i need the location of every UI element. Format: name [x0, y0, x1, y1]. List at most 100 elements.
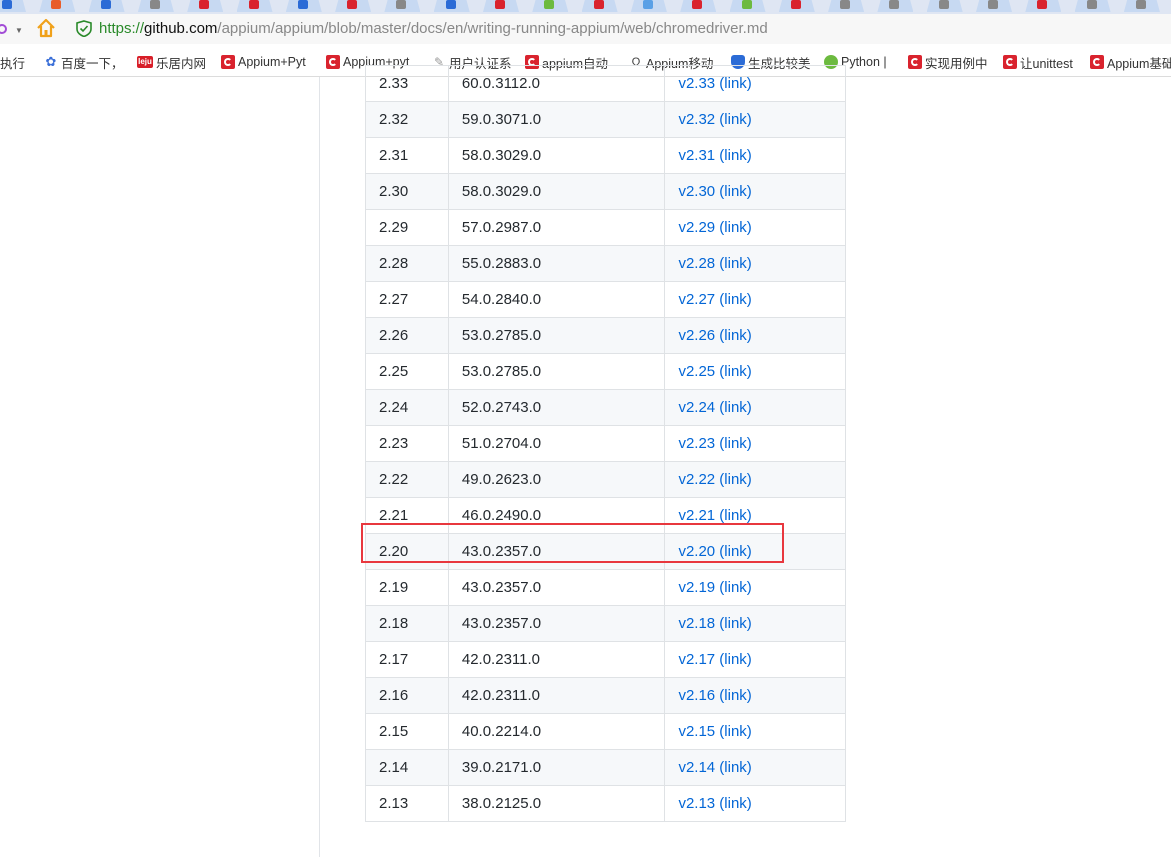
home-icon[interactable]	[35, 17, 57, 39]
secure-shield-icon[interactable]	[76, 20, 92, 37]
download-link[interactable]: v2.31 (link)	[678, 147, 751, 164]
bookmark-item[interactable]: 执行	[0, 53, 25, 71]
download-link-cell: v2.20 (link)	[664, 533, 846, 570]
tab-favicon-icon	[100, 0, 111, 9]
tab-favicon-icon	[1037, 0, 1048, 9]
download-link[interactable]: v2.25 (link)	[678, 363, 751, 380]
chevron-down-icon[interactable]: ▼	[15, 26, 23, 35]
download-link-cell: v2.27 (link)	[664, 281, 846, 318]
chromedriver-version-cell: 2.21	[365, 497, 449, 534]
browser-tab[interactable]	[0, 0, 26, 12]
leju-icon: leju	[137, 56, 153, 68]
download-link[interactable]: v2.20 (link)	[678, 543, 751, 560]
chrome-version-cell: 55.0.2883.0	[447, 245, 666, 282]
tab-favicon-icon	[593, 0, 604, 9]
bookmark-label: 让unittest	[1020, 56, 1073, 71]
chrome-version-cell: 59.0.3071.0	[447, 101, 666, 138]
bookmark-item[interactable]: ✿ 百度一下，	[44, 53, 124, 71]
bookmark-item[interactable]: 让unittest	[1003, 53, 1073, 71]
bookmark-item[interactable]: Appium+Pyt	[221, 53, 306, 71]
chromedriver-version-table: 2.33 60.0.3112.0 v2.33 (link) 2.32 59.0.3071…	[365, 65, 846, 822]
chrome-version-cell: 58.0.3029.0	[447, 137, 666, 174]
download-link[interactable]: v2.18 (link)	[678, 615, 751, 632]
tab-favicon-icon	[642, 0, 653, 9]
browser-tab[interactable]	[433, 0, 470, 12]
download-link[interactable]: v2.14 (link)	[678, 759, 751, 776]
browser-tab[interactable]	[335, 0, 372, 12]
browser-tab[interactable]	[88, 0, 125, 12]
chromedriver-version-cell: 2.30	[365, 173, 449, 210]
download-link[interactable]: v2.23 (link)	[678, 435, 751, 452]
bookmark-item[interactable]: leju 乐居内网	[137, 53, 206, 71]
download-link[interactable]: v2.33 (link)	[678, 75, 751, 92]
tab-favicon-icon	[347, 0, 358, 9]
browser-tab[interactable]	[976, 0, 1012, 12]
tab-favicon-icon	[1086, 0, 1097, 9]
tab-favicon-icon	[938, 0, 949, 9]
download-link[interactable]: v2.24 (link)	[678, 399, 751, 416]
tab-favicon-icon	[445, 0, 456, 9]
download-link-cell: v2.15 (link)	[664, 713, 846, 750]
browser-tab[interactable]	[483, 0, 519, 12]
browser-tab-strip	[0, 0, 1171, 14]
download-link[interactable]: v2.16 (link)	[678, 687, 751, 704]
download-link[interactable]: v2.13 (link)	[678, 795, 751, 812]
browser-tab[interactable]	[926, 0, 963, 12]
browser-tab[interactable]	[532, 0, 569, 12]
chromedriver-version-cell: 2.24	[365, 389, 449, 426]
download-link[interactable]: v2.27 (link)	[678, 291, 751, 308]
browser-tab[interactable]	[1074, 0, 1111, 12]
chromedriver-version-cell: 2.20	[365, 533, 449, 570]
download-link-cell: v2.22 (link)	[664, 461, 846, 498]
bookmark-item[interactable]: Appium基础	[1090, 53, 1171, 71]
download-link[interactable]: v2.17 (link)	[678, 651, 751, 668]
browser-tab[interactable]	[581, 0, 618, 12]
url-host: github.com	[144, 20, 218, 37]
browser-tab[interactable]	[1025, 0, 1062, 12]
chrome-version-cell: 42.0.2311.0	[447, 677, 666, 714]
browser-tab[interactable]	[187, 0, 224, 12]
download-link[interactable]: v2.22 (link)	[678, 471, 751, 488]
download-link[interactable]: v2.30 (link)	[678, 183, 751, 200]
bookmark-item[interactable]: 实现用例中	[908, 53, 988, 71]
download-link[interactable]: v2.15 (link)	[678, 723, 751, 740]
csdn-icon	[1090, 55, 1104, 69]
tab-favicon-icon	[544, 0, 555, 9]
chromedriver-version-cell: 2.32	[365, 101, 449, 138]
download-link[interactable]: v2.26 (link)	[678, 327, 751, 344]
table-row: 2.25 53.0.2785.0 v2.25 (link)	[365, 353, 846, 390]
browser-tab[interactable]	[680, 0, 717, 12]
browser-tab[interactable]	[877, 0, 914, 12]
browser-tab[interactable]	[729, 0, 766, 12]
browser-tab[interactable]	[778, 0, 815, 12]
browser-menu-icon[interactable]	[0, 24, 7, 34]
browser-tab[interactable]	[39, 0, 76, 12]
download-link[interactable]: v2.19 (link)	[678, 579, 751, 596]
download-link[interactable]: v2.29 (link)	[678, 219, 751, 236]
table-row: 2.13 38.0.2125.0 v2.13 (link)	[365, 785, 846, 822]
download-link[interactable]: v2.28 (link)	[678, 255, 751, 272]
download-link[interactable]: v2.21 (link)	[678, 507, 751, 524]
chromedriver-version-cell: 2.28	[365, 245, 449, 282]
tab-favicon-icon	[889, 0, 900, 9]
chromedriver-version-cell: 2.27	[365, 281, 449, 318]
browser-tab[interactable]	[384, 0, 421, 12]
download-link-cell: v2.17 (link)	[664, 641, 846, 678]
baidu-paw-icon: ✿	[45, 54, 57, 69]
chromedriver-version-cell: 2.33	[365, 65, 449, 102]
table-row: 2.19 43.0.2357.0 v2.19 (link)	[365, 569, 846, 606]
url-field[interactable]: https://github.com/appium/appium/blob/ma…	[99, 20, 768, 37]
table-row: 2.14 39.0.2171.0 v2.14 (link)	[365, 749, 846, 786]
browser-tab[interactable]	[285, 0, 322, 12]
tab-favicon-icon	[297, 0, 308, 9]
browser-tab[interactable]	[828, 0, 865, 12]
download-link[interactable]: v2.32 (link)	[678, 111, 751, 128]
chromedriver-version-cell: 2.14	[365, 749, 449, 786]
browser-tab[interactable]	[137, 0, 174, 12]
tab-favicon-icon	[840, 0, 851, 9]
bookmark-label: 百度一下，	[61, 56, 124, 71]
browser-tab[interactable]	[1123, 0, 1160, 12]
browser-tab[interactable]	[630, 0, 667, 12]
chrome-version-cell: 43.0.2357.0	[447, 569, 666, 606]
browser-tab[interactable]	[236, 0, 273, 12]
